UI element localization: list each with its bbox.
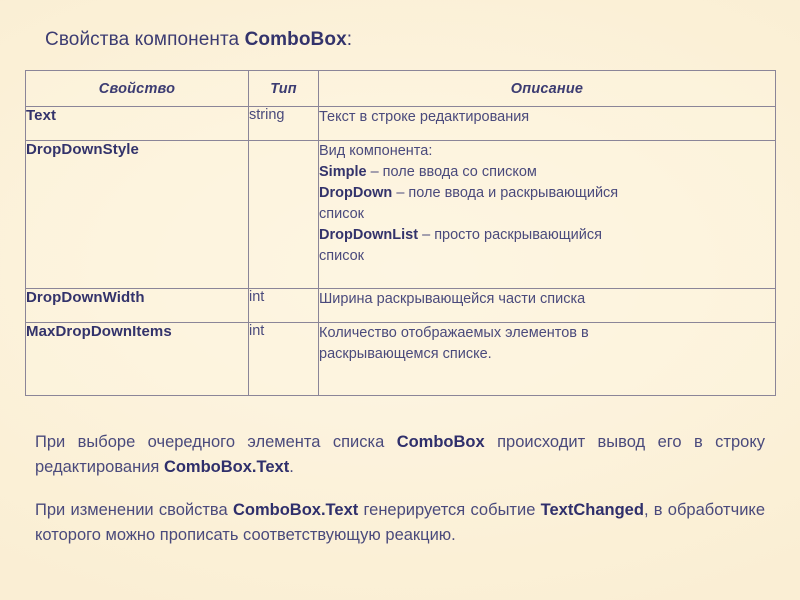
- table-row: DropDownWidth int Ширина раскрывающейся …: [25, 288, 776, 323]
- slide: Свойства компонента ComboBox: Свойство Т…: [0, 0, 800, 600]
- cell-type: [248, 140, 319, 289]
- description-text: – просто раскрывающийся: [418, 227, 602, 243]
- description-line: DropDown – поле ввода и раскрывающийся: [319, 183, 775, 204]
- page-title-keyword: ComboBox: [244, 29, 347, 50]
- text-segment: При изменении свойства: [35, 501, 233, 519]
- cell-description: Количество отображаемых элементов в раск…: [318, 322, 776, 396]
- keyword-combobox-text: ComboBox.Text: [232, 501, 359, 519]
- description-keyword: DropDownList: [319, 227, 419, 243]
- paragraph-selection: При выборе очередного элемента списка Co…: [35, 430, 765, 480]
- table-body: Text string Текст в строке редактировани…: [25, 106, 776, 396]
- cell-type: string: [248, 106, 319, 141]
- description-keyword: DropDown: [319, 185, 393, 201]
- description-text: – поле ввода и раскрывающийся: [392, 185, 619, 201]
- description-text: Вид компонента:: [319, 143, 433, 159]
- keyword-textchanged: TextChanged: [540, 501, 644, 519]
- cell-property: DropDownWidth: [25, 288, 249, 323]
- text-segment: .: [289, 458, 294, 476]
- description-line: Количество отображаемых элементов в: [319, 325, 589, 341]
- keyword-combobox-text: ComboBox.Text: [163, 458, 290, 476]
- properties-table: Свойство Тип Описание Text string Текст …: [25, 70, 776, 396]
- page-title-prefix: Свойства компонента: [45, 29, 245, 50]
- description-line: список: [319, 204, 775, 225]
- description-line: DropDownList – просто раскрывающийся: [319, 225, 775, 246]
- text-segment: При выборе очередного элемента списка: [35, 433, 397, 451]
- cell-description: Ширина раскрывающейся части списка: [318, 288, 776, 323]
- description-keyword: Simple: [319, 164, 367, 180]
- cell-type: int: [248, 322, 319, 396]
- description-text: список: [319, 248, 365, 264]
- keyword-combobox: ComboBox: [396, 433, 485, 451]
- description-text: – поле ввода со списком: [366, 164, 537, 180]
- table-header-row: Свойство Тип Описание: [25, 70, 776, 107]
- body-copy: При выборе очередного элемента списка Co…: [35, 430, 765, 548]
- cell-property: Text: [25, 106, 249, 141]
- table-row: MaxDropDownItems int Количество отобража…: [25, 322, 776, 396]
- text-segment: генерируется событие: [358, 501, 541, 519]
- column-header-type: Тип: [248, 70, 319, 107]
- paragraph-textchanged: При изменении свойства ComboBox.Text ген…: [35, 498, 765, 548]
- cell-description: Текст в строке редактирования: [318, 106, 776, 141]
- cell-property: MaxDropDownItems: [25, 322, 249, 396]
- table-row: DropDownStyle Вид компонента: Simple – п…: [25, 140, 776, 289]
- description-line: список: [319, 246, 775, 267]
- description-line: Вид компонента:: [319, 141, 775, 162]
- column-header-description: Описание: [318, 70, 776, 107]
- description-text: список: [319, 206, 365, 222]
- table-row: Text string Текст в строке редактировани…: [25, 106, 776, 141]
- page-title: Свойства компонента ComboBox:: [45, 28, 352, 52]
- description-line: раскрывающемся списке.: [319, 346, 492, 362]
- cell-property: DropDownStyle: [25, 140, 249, 289]
- cell-type: int: [248, 288, 319, 323]
- page-title-suffix: :: [346, 29, 353, 50]
- description-line: Simple – поле ввода со списком: [319, 162, 775, 183]
- column-header-property: Свойство: [25, 70, 249, 107]
- cell-description: Вид компонента: Simple – поле ввода со с…: [318, 140, 776, 289]
